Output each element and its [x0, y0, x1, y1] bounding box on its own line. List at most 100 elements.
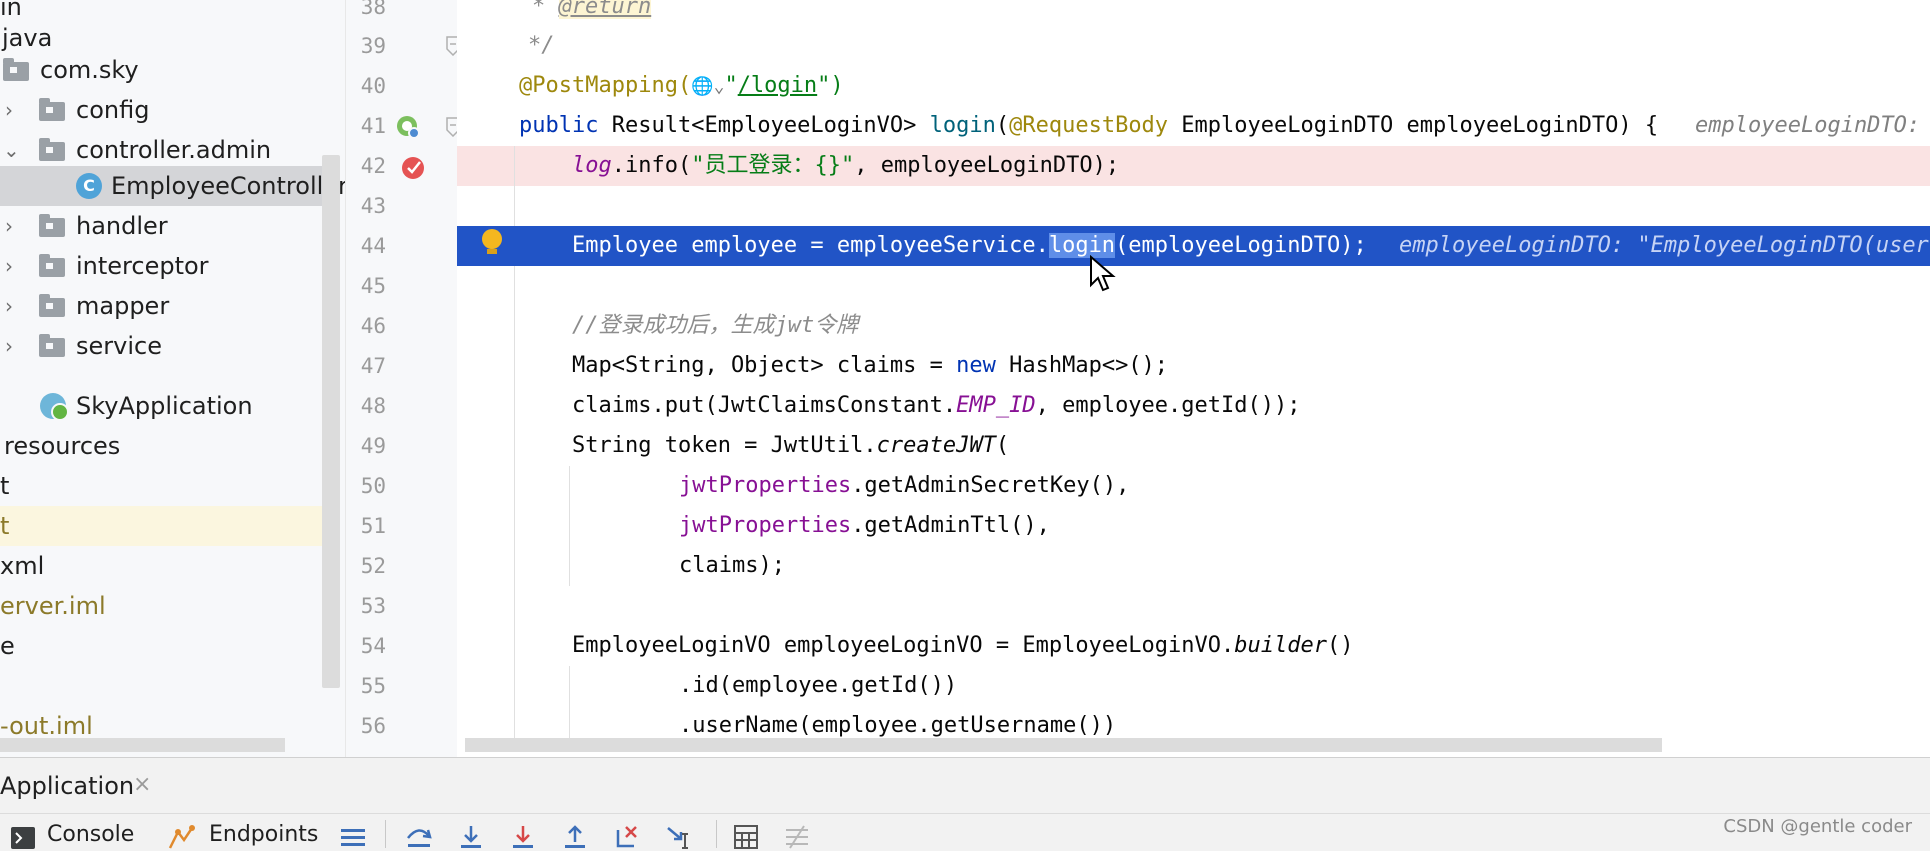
step-over-icon[interactable]: [405, 824, 433, 850]
claims-declaration: Map<String, Object> claims =: [572, 353, 957, 378]
tree-item-e[interactable]: e: [0, 626, 345, 666]
tree-item-handler[interactable]: › handler: [0, 206, 345, 246]
code-line-38[interactable]: * @return: [457, 0, 1930, 27]
chevron-down-icon[interactable]: ⌄: [3, 130, 20, 170]
csdn-watermark: CSDN @gentle coder: [1723, 816, 1912, 837]
line-number: 49: [360, 434, 386, 458]
endpoint-url-link[interactable]: /login: [738, 73, 817, 98]
line-number: 50: [360, 474, 386, 498]
globe-icon[interactable]: 🌐⌄: [691, 76, 724, 97]
console-tab[interactable]: Console: [47, 820, 134, 850]
chevron-right-icon[interactable]: ›: [5, 246, 13, 286]
close-tab-icon[interactable]: ×: [133, 772, 151, 797]
run-to-cursor-icon[interactable]: [665, 824, 695, 850]
chevron-right-icon[interactable]: ›: [5, 90, 13, 130]
toolbar-divider: [0, 813, 1930, 814]
tree-item-service[interactable]: › service: [0, 326, 345, 366]
tree-item-controller-admin[interactable]: ⌄ controller.admin: [0, 130, 345, 170]
run-config-tab[interactable]: Application: [0, 772, 134, 800]
code-line-50[interactable]: jwtProperties.getAdminSecretKey(),: [457, 466, 1930, 506]
jwt-properties-field: jwtProperties: [679, 513, 852, 538]
tree-item-label: interceptor: [76, 252, 209, 280]
code-line-39[interactable]: */: [457, 26, 1930, 66]
toolbar-separator: [716, 820, 717, 848]
code-line-47[interactable]: Map<String, Object> claims = new HashMap…: [457, 346, 1930, 386]
breakpoint-icon[interactable]: [401, 155, 427, 181]
endpoints-tab[interactable]: Endpoints: [209, 820, 318, 850]
code-line-55[interactable]: .id(employee.getId()): [457, 666, 1930, 706]
tree-item-t-highlighted[interactable]: t: [0, 506, 340, 546]
tree-horizontal-scrollbar[interactable]: [0, 738, 285, 752]
spring-endpoint-icon[interactable]: [395, 114, 421, 140]
step-out-icon[interactable]: [562, 824, 588, 850]
tree-vertical-scrollbar[interactable]: [322, 155, 340, 688]
constant-emp-id: EMP_ID: [956, 393, 1036, 418]
line-number: 54: [360, 634, 386, 658]
line-number: 56: [360, 714, 386, 738]
tree-item-t[interactable]: t: [0, 466, 345, 506]
log-args: , employeeLoginDTO);: [854, 153, 1120, 178]
force-step-into-icon[interactable]: [510, 824, 536, 850]
lightbulb-icon[interactable]: [480, 228, 504, 258]
code-editor[interactable]: * @return */ @PostMapping(🌐⌄"/login") pu…: [457, 0, 1930, 757]
claims-put: claims.put(JwtClaimsConstant.: [572, 393, 957, 418]
method-params: EmployeeLoginDTO employeeLoginDTO) {: [1168, 113, 1659, 138]
tree-item-xml[interactable]: xml: [0, 546, 345, 586]
chevron-right-icon[interactable]: ›: [5, 286, 13, 326]
code-line-54[interactable]: EmployeeLoginVO employeeLoginVO = Employ…: [457, 626, 1930, 666]
tree-item-label: xml: [0, 552, 45, 580]
indent-guide: [569, 666, 570, 746]
line-number: 43: [360, 194, 386, 218]
tree-item-sky-application[interactable]: SkyApplication: [0, 386, 345, 426]
keyword-public: public: [519, 113, 599, 138]
paren-open: (: [995, 433, 1010, 458]
code-line-49[interactable]: String token = JwtUtil.createJWT(: [457, 426, 1930, 466]
console-icon[interactable]: [10, 826, 36, 850]
hamburger-menu-icon[interactable]: [340, 828, 366, 848]
tree-item-config[interactable]: › config: [0, 90, 345, 130]
code-line-48[interactable]: claims.put(JwtClaimsConstant.EMP_ID, emp…: [457, 386, 1930, 426]
editor-horizontal-scrollbar[interactable]: [465, 738, 1662, 752]
debug-tool-window: Application × Console Endpoints CSDN @ge…: [0, 757, 1930, 851]
jwt-properties-field: jwtProperties: [679, 473, 852, 498]
drop-frame-icon[interactable]: [614, 824, 642, 850]
code-line-40[interactable]: @PostMapping(🌐⌄"/login"): [457, 66, 1930, 106]
line-comment: //登录成功后，生成jwt令牌: [572, 313, 859, 338]
tree-item-interceptor[interactable]: › interceptor: [0, 246, 345, 286]
tree-item-resources[interactable]: resources: [0, 426, 345, 466]
code-line-44-execution-point[interactable]: Employee employee = employeeService.logi…: [457, 226, 1930, 266]
tree-item-label: resources: [4, 432, 121, 460]
project-tree: in java com.sky › config ⌄ controller.ad…: [0, 0, 345, 757]
indent-guide: [514, 266, 515, 746]
indent-guide: [569, 466, 570, 586]
chevron-right-icon[interactable]: ›: [5, 326, 13, 366]
code-line-52[interactable]: claims);: [457, 546, 1930, 586]
tree-item-com-sky[interactable]: com.sky: [0, 50, 345, 90]
package-folder-icon: [39, 98, 65, 121]
spring-boot-app-icon: [40, 393, 69, 421]
tree-item-server-iml[interactable]: erver.iml: [0, 586, 345, 626]
step-into-icon[interactable]: [458, 824, 484, 850]
endpoints-icon[interactable]: [168, 824, 198, 850]
package-folder-icon: [39, 334, 65, 357]
java-class-icon: C: [76, 173, 102, 199]
editor-gutter[interactable]: 38 39 40 41 42 43 44 45 46 47 48 49 50 5…: [345, 0, 460, 757]
code-line-41[interactable]: public Result<EmployeeLoginVO> login(@Re…: [457, 106, 1930, 146]
chevron-right-icon[interactable]: ›: [5, 206, 13, 246]
code-line-46[interactable]: //登录成功后，生成jwt令牌: [457, 306, 1930, 346]
trace-current-stream-icon[interactable]: [784, 824, 810, 850]
line-number: 53: [360, 594, 386, 618]
evaluate-expression-icon[interactable]: [733, 824, 759, 850]
code-line-51[interactable]: jwtProperties.getAdminTtl(),: [457, 506, 1930, 546]
call-args: (employeeLoginDTO);: [1115, 233, 1367, 258]
line-number: 48: [360, 394, 386, 418]
doc-comment-end: */: [528, 33, 555, 58]
tree-item-label: com.sky: [40, 56, 139, 84]
claims-put-args: , employee.getId());: [1035, 393, 1301, 418]
tree-item-label: mapper: [76, 292, 170, 320]
code-line-42-breakpoint[interactable]: log.info("员工登录：{}", employeeLoginDTO);: [457, 146, 1930, 186]
tree-item-mapper[interactable]: › mapper: [0, 286, 345, 326]
tree-item-employee-controller[interactable]: C EmployeeController: [0, 166, 345, 206]
indent-guide: [514, 146, 515, 226]
line-number: 42: [360, 154, 386, 178]
